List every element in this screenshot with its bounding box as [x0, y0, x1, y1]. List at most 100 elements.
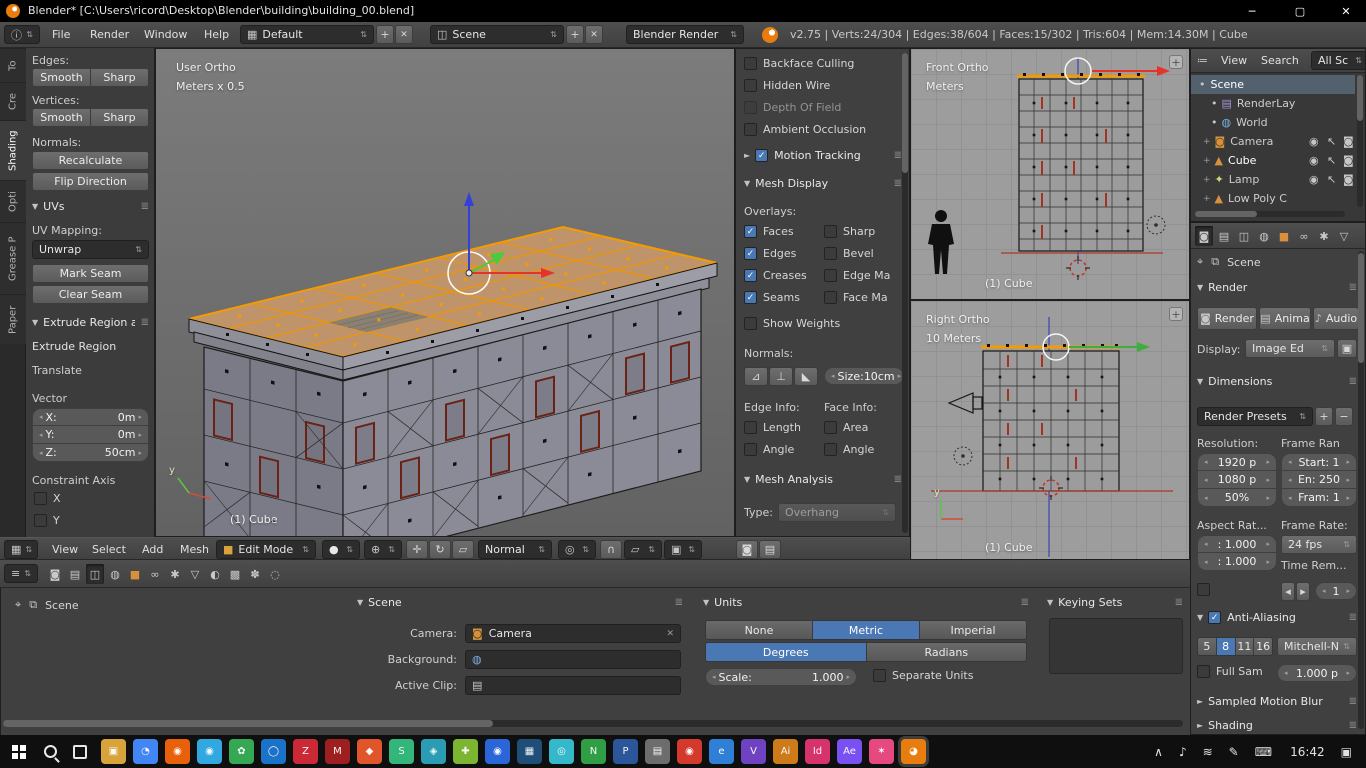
taskbar-clock[interactable]: 16:42: [1290, 745, 1325, 759]
camera-object[interactable]: [949, 393, 982, 413]
add-layout-button[interactable]: [376, 25, 394, 44]
anti-aliasing-panel-header[interactable]: Anti-Aliasing: [1197, 611, 1357, 624]
selectability-icon[interactable]: [1327, 154, 1336, 167]
tab-render-layers-icon[interactable]: [1215, 226, 1233, 246]
viewport-main[interactable]: User Ortho Meters x 0.5 y (1) Cube: [155, 48, 735, 537]
scrollbar[interactable]: [1358, 251, 1364, 729]
transform-orientation-dropdown[interactable]: Normal: [478, 540, 552, 559]
minimize-button[interactable]: [1232, 0, 1272, 22]
tab-object-icon[interactable]: [1275, 226, 1293, 246]
delete-scene-button[interactable]: [585, 25, 603, 44]
taskbar-app-icon[interactable]: ◆: [357, 739, 382, 764]
taskbar-app-icon[interactable]: ◉: [165, 739, 190, 764]
pivot-point-dropdown[interactable]: [364, 540, 402, 559]
lamp-object[interactable]: [1147, 216, 1165, 234]
keying-sets-list[interactable]: [1049, 618, 1183, 674]
menu-help[interactable]: Help: [196, 28, 237, 41]
display-dropdown[interactable]: Image Ed: [1245, 339, 1335, 358]
mark-seam-button[interactable]: Mark Seam: [32, 264, 149, 283]
panel-menu-icon[interactable]: [1349, 612, 1357, 623]
display-lock-button[interactable]: [1337, 339, 1357, 358]
face-normals-toggle[interactable]: [794, 367, 818, 386]
tab-grease-pencil[interactable]: Grease P: [0, 222, 26, 294]
tab-shading[interactable]: Shading: [0, 120, 26, 180]
aspect-y-field[interactable]: : 1.000: [1197, 553, 1277, 571]
visibility-icon[interactable]: [1309, 135, 1319, 148]
pin-icon[interactable]: [15, 598, 21, 612]
aa-samples-8[interactable]: 8: [1216, 638, 1235, 655]
pin-icon[interactable]: [1197, 255, 1203, 269]
vertices-sharp-button[interactable]: Sharp: [91, 108, 149, 127]
aa-filter-dropdown[interactable]: Mitchell-N: [1277, 637, 1357, 656]
tray-network-icon[interactable]: ≋: [1203, 745, 1213, 759]
frame-end-field[interactable]: En: 250: [1281, 471, 1357, 489]
vector-z-field[interactable]: Z:50cm: [32, 444, 149, 462]
normals-size-field[interactable]: Size:10cm: [824, 367, 904, 385]
audio-button[interactable]: Audio: [1313, 307, 1359, 330]
taskbar-app-icon[interactable]: e: [709, 739, 734, 764]
taskbar-app-icon[interactable]: Ai: [773, 739, 798, 764]
tray-keyboard-icon[interactable]: ⌨: [1255, 745, 1272, 759]
motion-tracking-checkbox[interactable]: [755, 149, 768, 162]
tab-modifiers-icon[interactable]: [1315, 226, 1333, 246]
taskbar-app-icon[interactable]: ▣: [101, 739, 126, 764]
outliner-item-cube[interactable]: Cube: [1191, 151, 1355, 170]
operator-panel-header[interactable]: Extrude Region and: [32, 316, 149, 329]
show-weights-checkbox[interactable]: Show Weights: [744, 317, 840, 330]
viewport-front[interactable]: Front Ortho Meters (1) Cube: [910, 48, 1190, 300]
scrollbar[interactable]: [902, 53, 908, 533]
units-panel-header[interactable]: Units: [703, 596, 1029, 609]
tray-hidden-icons-icon[interactable]: ∧: [1154, 745, 1163, 759]
vertices-smooth-button[interactable]: Smooth: [32, 108, 91, 127]
visibility-icon[interactable]: [1309, 173, 1319, 186]
tray-pen-icon[interactable]: ✎: [1229, 745, 1239, 759]
separate-units-checkbox[interactable]: Separate Units: [873, 669, 973, 682]
expand-icon[interactable]: [1203, 194, 1211, 204]
face-area-checkbox[interactable]: Area: [824, 421, 868, 434]
scene-panel-header[interactable]: Scene: [357, 596, 683, 609]
panel-menu-icon[interactable]: [894, 178, 902, 189]
viewport-shading-dropdown[interactable]: [322, 540, 360, 559]
scene-selector[interactable]: Scene: [430, 25, 564, 44]
delete-layout-button[interactable]: [395, 25, 413, 44]
edge-angle-checkbox[interactable]: Angle: [744, 443, 794, 456]
proportional-editing-dropdown[interactable]: [558, 540, 596, 559]
selectability-icon[interactable]: [1327, 173, 1336, 186]
start-button[interactable]: [12, 745, 26, 759]
taskbar-app-icon[interactable]: Ae: [837, 739, 862, 764]
tab-render-icon[interactable]: [46, 564, 64, 584]
overlay-edges-checkbox[interactable]: Edges: [744, 247, 796, 260]
view-menu[interactable]: View: [44, 543, 86, 556]
tab-texture-icon[interactable]: [226, 564, 244, 584]
camera-field[interactable]: Camera: [465, 624, 681, 643]
tab-tools[interactable]: To: [0, 48, 26, 82]
opengl-render-button[interactable]: [736, 540, 758, 559]
unit-scale-field[interactable]: Scale:1.000: [705, 668, 857, 686]
editor-type-dropdown[interactable]: [4, 564, 38, 583]
render-panel-header[interactable]: Render: [1197, 281, 1357, 294]
renderability-icon[interactable]: [1343, 173, 1354, 186]
taskbar-app-icon[interactable]: S: [389, 739, 414, 764]
menu-file[interactable]: File: [44, 28, 78, 41]
taskbar-app-icon[interactable]: ▤: [645, 739, 670, 764]
frame-start-field[interactable]: Start: 1: [1281, 453, 1357, 471]
tab-create[interactable]: Cre: [0, 82, 26, 120]
panel-menu-icon[interactable]: [1021, 597, 1029, 608]
taskbar-app-icon[interactable]: M: [325, 739, 350, 764]
clear-icon[interactable]: [662, 629, 674, 639]
background-field[interactable]: [465, 650, 681, 669]
analysis-type-dropdown[interactable]: Overhang: [778, 503, 896, 522]
expand-icon[interactable]: [1203, 175, 1211, 185]
uvs-panel-header[interactable]: UVs: [32, 200, 149, 213]
panel-menu-icon[interactable]: [894, 150, 902, 161]
taskbar-app-icon[interactable]: V: [741, 739, 766, 764]
expand-region-icon[interactable]: [1169, 307, 1183, 321]
panel-menu-icon[interactable]: [894, 474, 902, 485]
overlay-edge-marks-checkbox[interactable]: Edge Ma: [824, 269, 890, 282]
task-view-icon[interactable]: [73, 745, 87, 759]
vector-y-field[interactable]: Y:0m: [32, 426, 149, 444]
close-button[interactable]: [1326, 0, 1366, 22]
filter-size-field[interactable]: 1.000 p: [1277, 664, 1357, 682]
viewport-canvas[interactable]: [156, 49, 735, 537]
tab-constraints-icon[interactable]: [146, 564, 164, 584]
